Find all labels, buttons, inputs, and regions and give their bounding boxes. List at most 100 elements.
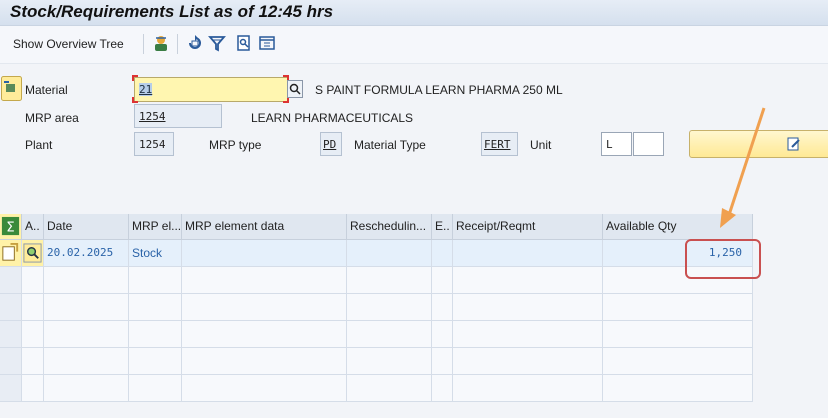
empty-cell (22, 375, 44, 402)
empty-cell (129, 267, 182, 294)
mrp-type-label: MRP type (209, 138, 262, 152)
application-toolbar: Show Overview Tree (0, 26, 828, 64)
empty-cell (22, 348, 44, 375)
toolbar-separator (177, 34, 178, 54)
focus-corner (132, 97, 138, 103)
material-type-field: FERT (481, 132, 518, 156)
empty-cell (0, 375, 22, 402)
detail-icon[interactable] (0, 240, 22, 267)
annotation-arrow (720, 107, 766, 228)
cell-e (432, 240, 453, 267)
empty-cell (0, 267, 22, 294)
plant-label: Plant (25, 138, 53, 152)
empty-cell (129, 348, 182, 375)
col-header-mrp-element-data[interactable]: MRP element data (182, 214, 347, 240)
empty-cell (44, 267, 129, 294)
empty-cell (347, 375, 432, 402)
empty-cell (182, 267, 347, 294)
mrp-type-value: PD (323, 138, 337, 151)
enter-icon[interactable] (1, 76, 22, 101)
unit-field[interactable]: L (601, 132, 632, 156)
empty-cell (182, 375, 347, 402)
material-type-value: FERT (484, 138, 511, 151)
empty-cell (182, 321, 347, 348)
cell-receipt-reqmt (453, 240, 603, 267)
empty-cell (129, 321, 182, 348)
page-title: Stock/Requirements List as of 12:45 hrs (10, 2, 334, 21)
material-description: S PAINT FORMULA LEARN PHARMA 250 ML (315, 83, 563, 97)
empty-cell (432, 294, 453, 321)
filter-icon[interactable] (208, 34, 226, 52)
col-header-mrp-element[interactable]: MRP el... (129, 214, 182, 240)
unit-label: Unit (530, 138, 552, 152)
cell-rescheduling (347, 240, 432, 267)
manager-icon[interactable] (152, 34, 170, 52)
cell-mrp-element: Stock (129, 240, 182, 267)
detail-magnifier-icon[interactable] (22, 240, 44, 267)
mrp-area-value: 1254 (139, 110, 166, 123)
settings-icon[interactable] (258, 34, 276, 52)
empty-cell (453, 375, 603, 402)
empty-cell (22, 321, 44, 348)
col-header-e[interactable]: E.. (432, 214, 453, 240)
empty-cell (432, 267, 453, 294)
empty-cell (182, 348, 347, 375)
empty-cell (129, 375, 182, 402)
empty-cell (44, 294, 129, 321)
focus-corner (132, 75, 138, 81)
find-icon[interactable] (235, 34, 253, 52)
empty-cell (44, 321, 129, 348)
empty-cell (432, 375, 453, 402)
empty-cell (347, 267, 432, 294)
toolbar-separator (143, 34, 144, 54)
material-label: Material (25, 83, 68, 97)
empty-cell (432, 321, 453, 348)
empty-cell (44, 375, 129, 402)
mrp-area-field: 1254 (134, 104, 222, 128)
empty-cell (0, 321, 22, 348)
material-input[interactable]: 21 (134, 77, 288, 102)
col-header-date[interactable]: Date (44, 214, 129, 240)
empty-cell (0, 294, 22, 321)
material-type-label: Material Type (354, 138, 426, 152)
empty-cell (347, 321, 432, 348)
empty-cell (603, 375, 753, 402)
mrp-area-description: LEARN PHARMACEUTICALS (251, 111, 414, 125)
empty-cell (453, 348, 603, 375)
plant-field: 1254 (134, 132, 174, 156)
empty-cell (129, 294, 182, 321)
empty-cell (603, 321, 753, 348)
empty-cell (0, 348, 22, 375)
mrp-area-label: MRP area (25, 111, 79, 125)
cell-date: 20.02.2025 (44, 240, 129, 267)
plant-value: 1254 (139, 138, 166, 151)
refresh-icon[interactable] (186, 34, 204, 52)
cell-mrp-element-data (182, 240, 347, 267)
unit-secondary-field[interactable] (633, 132, 664, 156)
mrp-type-field: PD (320, 132, 342, 156)
show-overview-tree-button[interactable]: Show Overview Tree (13, 37, 124, 51)
empty-cell (182, 294, 347, 321)
sum-icon[interactable]: Σ (0, 214, 22, 240)
empty-cell (432, 348, 453, 375)
col-header-rescheduling[interactable]: Reschedulin... (347, 214, 432, 240)
empty-cell (603, 294, 753, 321)
empty-cell (453, 294, 603, 321)
edit-icon (787, 137, 800, 151)
empty-cell (453, 267, 603, 294)
empty-cell (44, 348, 129, 375)
annotation-highlight-box (685, 239, 761, 279)
col-header-a[interactable]: A.. (22, 214, 44, 240)
empty-cell (22, 267, 44, 294)
empty-cell (603, 348, 753, 375)
search-help-icon[interactable] (287, 80, 303, 98)
title-bar: Stock/Requirements List as of 12:45 hrs (0, 0, 828, 26)
empty-cell (453, 321, 603, 348)
svg-text:Σ: Σ (6, 220, 14, 235)
empty-cell (347, 294, 432, 321)
unit-value: L (606, 138, 613, 151)
empty-cell (22, 294, 44, 321)
col-header-receipt-reqmt[interactable]: Receipt/Reqmt (453, 214, 603, 240)
material-value: 21 (139, 83, 153, 96)
empty-cell (347, 348, 432, 375)
